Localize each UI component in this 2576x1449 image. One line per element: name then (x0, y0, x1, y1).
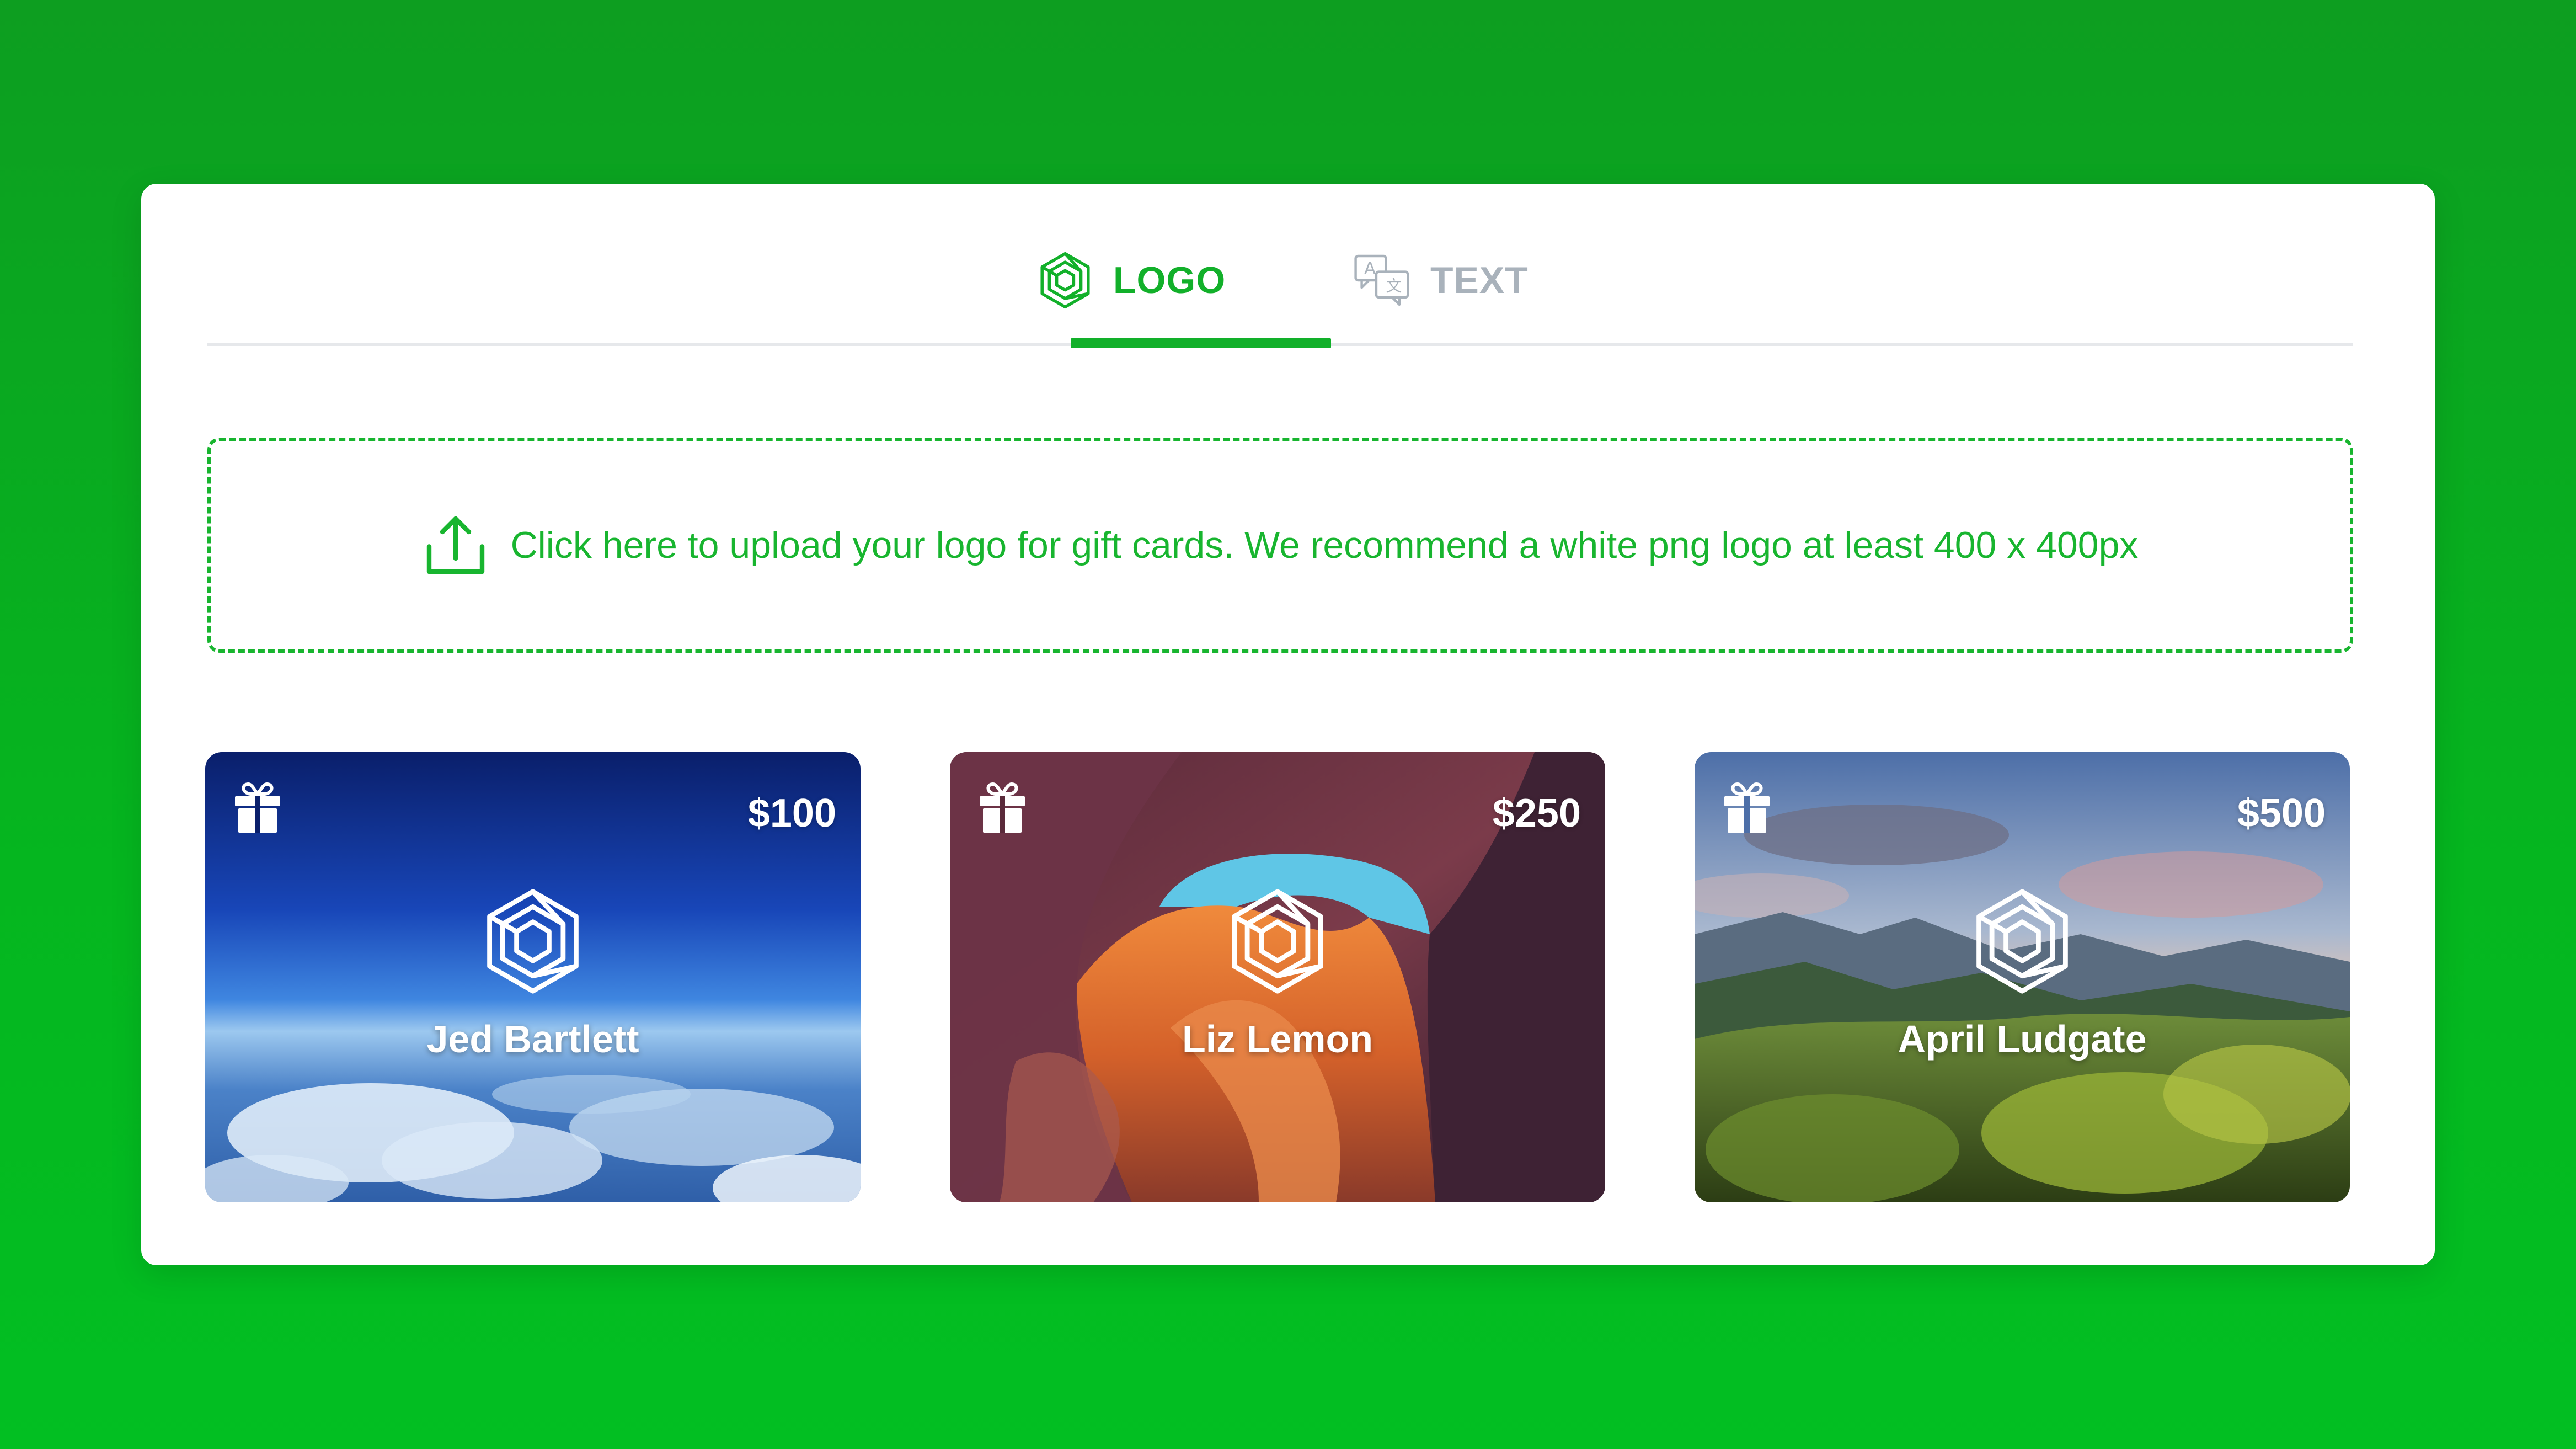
logo-upload-dropzone[interactable]: Click here to upload your logo for gift … (207, 438, 2353, 653)
tab-text-label: TEXT (1430, 259, 1529, 301)
upload-instructions: Click here to upload your logo for gift … (510, 524, 2139, 566)
gift-icon (1724, 782, 1770, 833)
translate-chat-icon: A 文 (1354, 254, 1409, 306)
upload-icon (426, 516, 484, 574)
gift-card-amount: $100 (747, 791, 836, 835)
svg-text:文: 文 (1386, 276, 1402, 295)
tab-logo-label: LOGO (1113, 259, 1226, 301)
tab-bar: LOGO A 文 TEXT (207, 184, 2353, 348)
gift-card-recipient-name: Liz Lemon (1182, 1018, 1373, 1061)
hexagon-logo-icon (487, 889, 579, 994)
gift-card-3[interactable]: $500 April Ludgate (1695, 752, 2350, 1202)
gift-card-amount: $500 (2237, 791, 2326, 835)
gift-card-2[interactable]: $250 Liz Lemon (950, 752, 1605, 1202)
gift-card-1[interactable]: $100 Jed Bartlett (205, 752, 861, 1202)
hexagon-logo-icon (1976, 889, 2068, 994)
gift-card-recipient-name: Jed Bartlett (426, 1018, 639, 1061)
tab-text[interactable]: A 文 TEXT (1352, 250, 1529, 311)
hexagon-logo-icon (1232, 889, 1323, 994)
hexagon-logo-icon (1040, 252, 1090, 309)
gift-icon (235, 782, 280, 833)
active-tab-indicator (1071, 338, 1331, 348)
logo-settings-panel: LOGO A 文 TEXT Click here to upload your … (141, 184, 2435, 1265)
gift-icon (980, 782, 1025, 833)
gift-card-recipient-name: April Ludgate (1898, 1018, 2147, 1061)
tab-logo[interactable]: LOGO (1035, 250, 1226, 311)
gift-card-amount: $250 (1492, 791, 1581, 835)
svg-text:A: A (1364, 259, 1376, 279)
